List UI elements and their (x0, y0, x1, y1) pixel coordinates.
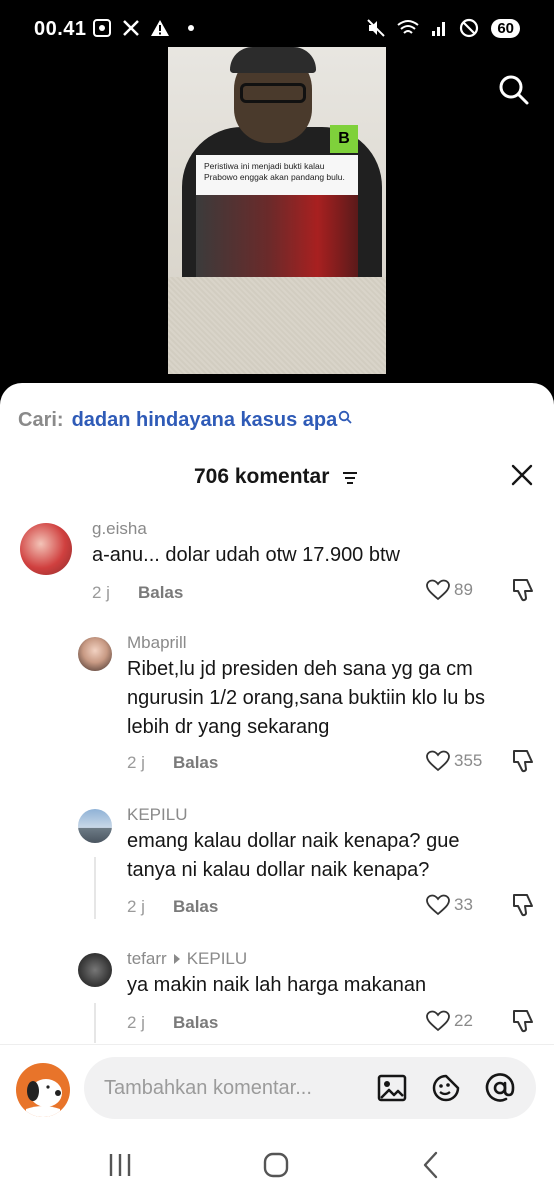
comment-username[interactable]: tefarr (127, 949, 167, 969)
thread-line (94, 1003, 96, 1043)
mention-icon[interactable] (484, 1072, 516, 1104)
like-count: 89 (454, 580, 473, 599)
video-overlay-text: Peristiwa ini menjadi bukti kalau Prabow… (204, 161, 345, 183)
battery-indicator: 60 (491, 18, 520, 38)
recent-apps-icon[interactable] (102, 1150, 138, 1180)
video-frame[interactable]: B Peristiwa ini menjadi bukti kalau Prab… (168, 47, 386, 374)
reply-to-username[interactable]: KEPILU (187, 949, 247, 969)
my-avatar[interactable] (16, 1063, 70, 1117)
warning-icon (151, 20, 169, 36)
search-icon[interactable] (498, 74, 530, 106)
reply-button[interactable]: Balas (173, 753, 218, 773)
image-icon[interactable] (376, 1072, 408, 1104)
close-icon[interactable] (510, 463, 534, 487)
mute-icon (367, 19, 386, 37)
search-suggestion[interactable]: Cari: dadan hindayana kasus apa (18, 409, 352, 432)
like-button[interactable]: 89 (426, 579, 473, 601)
comment-time: 2 j (127, 1013, 145, 1032)
wifi-icon (397, 20, 419, 34)
comment-username[interactable]: g.eisha (92, 519, 147, 539)
comment-input[interactable] (104, 1073, 364, 1103)
search-suggestion-query[interactable]: dadan hindayana kasus apa (72, 409, 338, 432)
signal-icon (432, 22, 446, 36)
comment-input-container (84, 1057, 536, 1119)
like-button[interactable]: 355 (426, 750, 482, 772)
video-person-glasses (240, 83, 306, 103)
video-background-texture (168, 277, 386, 374)
reply-arrow-icon (173, 954, 180, 964)
comment-text-line: tanya ni kalau dollar naik kenapa? (127, 859, 430, 881)
reply-button[interactable]: Balas (138, 583, 183, 603)
reply-button[interactable]: Balas (173, 1013, 218, 1033)
avatar[interactable] (78, 637, 112, 671)
like-count: 355 (454, 751, 483, 770)
comment-text-line: emang kalau dollar naik kenapa? gue (127, 830, 460, 852)
x-app-icon (123, 20, 139, 36)
search-suggestion-label: Cari: (18, 409, 64, 431)
video-news-card: Peristiwa ini menjadi bukti kalau Prabow… (196, 155, 358, 283)
dislike-icon[interactable] (510, 892, 536, 918)
dislike-icon[interactable] (510, 1008, 536, 1034)
comment-text-line: lebih dr yang sekarang (127, 716, 330, 738)
dislike-icon[interactable] (510, 748, 536, 774)
heart-icon (426, 750, 450, 772)
comment-text: ya makin naik lah harga makanan (127, 974, 427, 996)
avatar[interactable] (20, 523, 72, 575)
comment-text: emang kalau dollar naik kenapa? gue tany… (127, 827, 459, 885)
sticker-emoji-icon[interactable] (430, 1072, 462, 1104)
brand-badge: B (330, 125, 358, 153)
thread-line (94, 857, 96, 919)
comment-count: 706 komentar (194, 465, 330, 488)
avatar[interactable] (78, 953, 112, 987)
like-button[interactable]: 22 (426, 1010, 473, 1032)
comment-time: 2 j (127, 897, 145, 916)
comment-username[interactable]: Mbaprill (127, 633, 187, 653)
comment-time: 2 j (92, 583, 110, 602)
video-person-cap (230, 47, 316, 73)
like-button[interactable]: 33 (426, 894, 473, 916)
video-news-photo (196, 195, 358, 283)
status-time: 00.41 (34, 18, 87, 40)
screenshot-icon (93, 19, 111, 37)
comment-text: a-anu... dolar udah otw 17.900 btw (92, 544, 400, 566)
back-icon[interactable] (414, 1150, 450, 1180)
avatar[interactable] (78, 809, 112, 843)
snoopy-avatar-icon (26, 1079, 62, 1117)
heart-icon (426, 1010, 450, 1032)
notification-dot (188, 25, 194, 31)
like-count: 33 (454, 895, 473, 914)
sort-filter-icon[interactable] (342, 471, 358, 485)
comment-text-line: Ribet,lu jd presiden deh sana yg ga cm (127, 658, 473, 680)
search-small-icon (339, 410, 352, 424)
comment-text-line: ngurusin 1/2 orang,sana buktiin klo lu b… (127, 687, 486, 709)
comment-username[interactable]: KEPILU (127, 805, 187, 825)
dislike-icon[interactable] (510, 577, 536, 603)
comment-text: Ribet,lu jd presiden deh sana yg ga cm n… (127, 655, 485, 742)
do-not-disturb-icon (460, 18, 479, 38)
reply-button[interactable]: Balas (173, 897, 218, 917)
like-count: 22 (454, 1011, 473, 1030)
home-icon[interactable] (258, 1150, 294, 1180)
comment-input-bar (0, 1044, 554, 1130)
system-nav-bar (0, 1130, 554, 1200)
heart-icon (426, 894, 450, 916)
heart-icon (426, 579, 450, 601)
comment-time: 2 j (127, 753, 145, 772)
comments-header: 706 komentar (0, 461, 554, 491)
